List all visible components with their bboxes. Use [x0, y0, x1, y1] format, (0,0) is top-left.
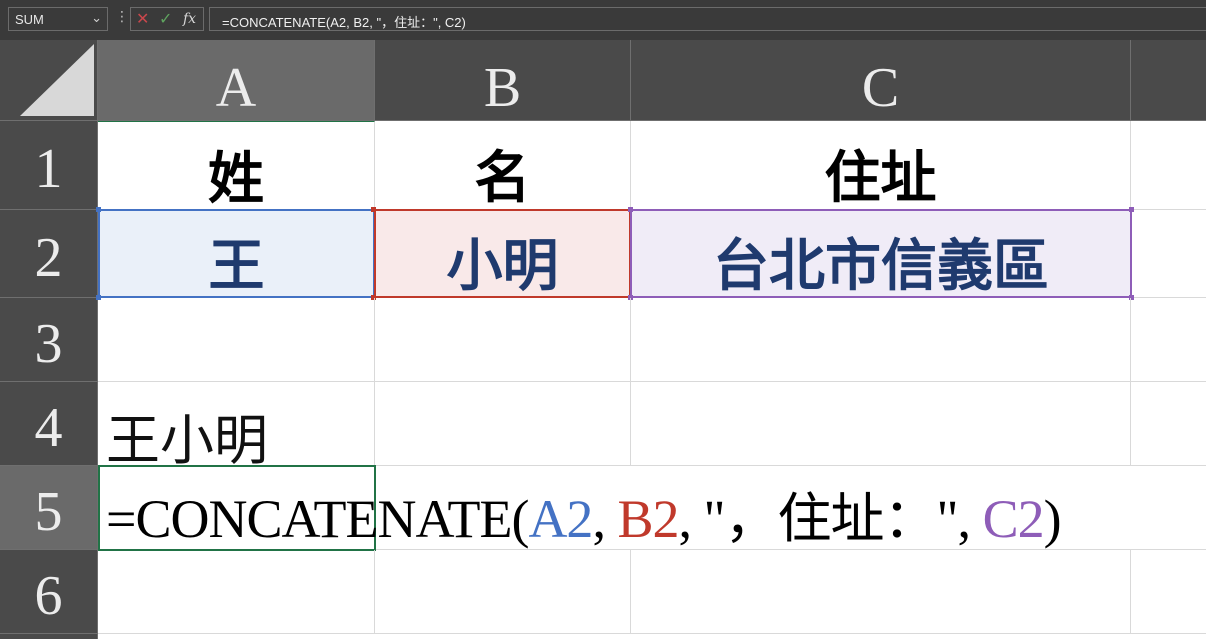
- cell-d3[interactable]: [1131, 298, 1206, 382]
- cell-b3[interactable]: [375, 298, 631, 382]
- cell-c6[interactable]: [631, 550, 1131, 634]
- row-header-4[interactable]: 4: [0, 382, 98, 466]
- column-header-d[interactable]: [1131, 40, 1206, 121]
- cell-c2[interactable]: 台北市信義區: [630, 209, 1132, 299]
- range-handle[interactable]: [371, 207, 376, 212]
- cell-a4-text: 王小明: [106, 409, 268, 472]
- cell-b1-text: 名: [474, 146, 531, 211]
- cell-d1[interactable]: [1131, 121, 1206, 210]
- row-header-3[interactable]: 3: [0, 298, 98, 382]
- cancel-icon[interactable]: ✕: [136, 9, 149, 28]
- formula-input-text: =CONCATENATE(A2, B2, "，住址：", C2): [222, 15, 466, 30]
- cell-b2[interactable]: 小明: [374, 209, 631, 299]
- cell-b6[interactable]: [375, 550, 631, 634]
- cell-d6[interactable]: [1131, 550, 1206, 634]
- cell-a1[interactable]: 姓: [98, 121, 375, 212]
- row-header-2[interactable]: 2: [0, 210, 98, 298]
- formula-part: ): [1043, 489, 1062, 549]
- cell-d4[interactable]: [1131, 382, 1206, 466]
- cell-a6[interactable]: [98, 550, 375, 634]
- row-header-7[interactable]: [0, 634, 98, 639]
- cell-c2-text: 台北市信義區: [713, 234, 1049, 299]
- column-header-a[interactable]: A: [98, 40, 375, 121]
- name-box[interactable]: SUM ⌄: [8, 7, 108, 31]
- select-all-triangle-icon: [20, 44, 94, 116]
- cell-b2-text: 小明: [446, 234, 559, 299]
- formula-ref-a2: A2: [528, 489, 593, 549]
- cell-c1[interactable]: 住址: [631, 121, 1131, 211]
- cell-b4[interactable]: [375, 382, 631, 466]
- cell-d5[interactable]: [1131, 466, 1206, 550]
- insert-function-icon[interactable]: fx: [183, 11, 196, 27]
- cell-c1-text: 住址: [824, 146, 937, 211]
- row-header-1[interactable]: 1: [0, 121, 98, 210]
- cell-a1-text: 姓: [208, 147, 264, 212]
- formula-ref-b2: B2: [617, 489, 679, 549]
- row-header-6[interactable]: 6: [0, 550, 98, 634]
- formula-part: , "，住址：",: [678, 489, 983, 549]
- formula-buttons: ✕ ✓ fx: [130, 7, 204, 31]
- cell-a3[interactable]: [98, 298, 375, 382]
- cell-a2[interactable]: 王: [98, 209, 375, 299]
- check-icon[interactable]: ✓: [159, 9, 172, 28]
- formula-part: ,: [592, 489, 618, 549]
- range-handle[interactable]: [96, 207, 101, 212]
- cell-d2[interactable]: [1131, 210, 1206, 298]
- in-cell-formula[interactable]: =CONCATENATE(A2, B2, "，住址：", C2): [106, 474, 1062, 553]
- cell-c3[interactable]: [631, 298, 1131, 382]
- name-box-value: SUM: [15, 12, 44, 27]
- column-header-b[interactable]: B: [375, 40, 631, 121]
- chevron-down-icon[interactable]: ⌄: [91, 10, 102, 26]
- formula-input[interactable]: =CONCATENATE(A2, B2, "，住址：", C2): [209, 7, 1206, 31]
- row-header-5[interactable]: 5: [0, 466, 98, 550]
- range-handle[interactable]: [628, 207, 633, 212]
- cell-a4[interactable]: 王小明: [98, 382, 375, 472]
- select-all-corner[interactable]: [0, 40, 98, 121]
- formula-bar: SUM ⌄ ⋮ ✕ ✓ fx =CONCATENATE(A2, B2, "，住址…: [0, 0, 1206, 40]
- cell-c4[interactable]: [631, 382, 1131, 466]
- column-header-c[interactable]: C: [631, 40, 1131, 121]
- range-handle[interactable]: [1129, 207, 1134, 212]
- formula-ref-c2: C2: [982, 489, 1045, 549]
- formula-part: =CONCATENATE(: [106, 489, 529, 549]
- cell-a2-text: 王: [208, 234, 265, 299]
- cell-b1[interactable]: 名: [375, 121, 631, 211]
- more-vertical-icon[interactable]: ⋮: [115, 9, 129, 25]
